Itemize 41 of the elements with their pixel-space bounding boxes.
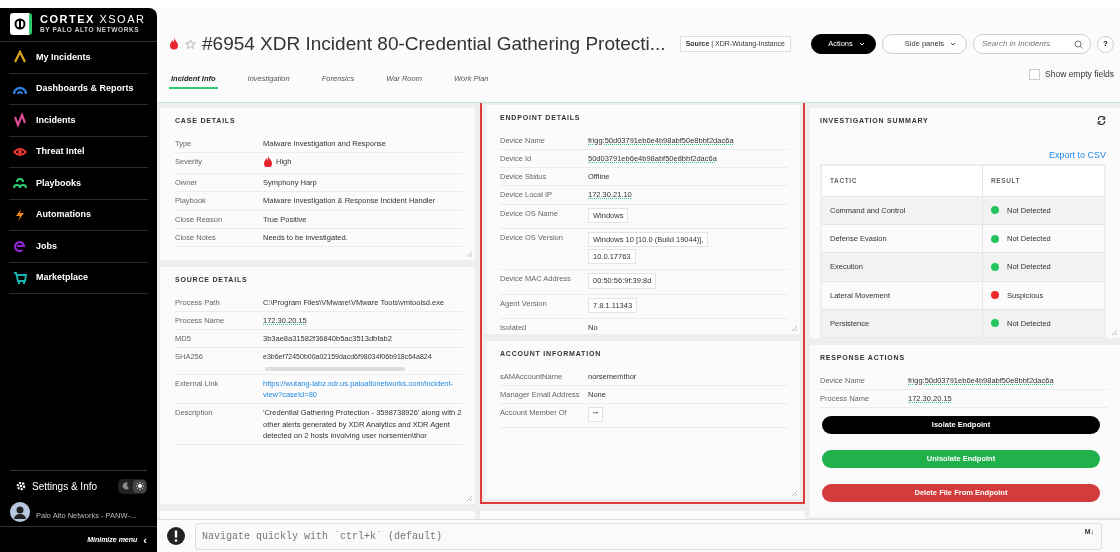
caret-icon (858, 42, 865, 46)
resize-handle-icon[interactable] (466, 495, 472, 501)
nav-item[interactable]: Dashboards & Reports (9, 73, 148, 105)
resize-handle-icon[interactable] (466, 251, 472, 257)
flame-icon (169, 38, 179, 50)
checkbox[interactable] (1029, 68, 1040, 80)
star-icon[interactable] (185, 38, 196, 50)
export-link[interactable]: Export to CSV (820, 148, 1106, 162)
help-button[interactable]: ? (1097, 35, 1114, 53)
search-field[interactable]: Search in Incidents (973, 34, 1091, 54)
brand-name: CORTEX XSOAR (40, 13, 146, 25)
settings-icon (16, 481, 26, 491)
incident-title: #6954 XDR Incident 80-Credential Gathering Protecti... (202, 31, 666, 56)
search-icon (1074, 40, 1083, 49)
chevron-icon (13, 50, 27, 65)
cart-icon (13, 270, 27, 285)
settings-link[interactable]: Settings & Info (32, 478, 98, 494)
nav-item[interactable]: My Incidents (9, 42, 148, 74)
resize-handle-icon[interactable] (791, 490, 797, 496)
resize-handle-icon[interactable] (1111, 329, 1117, 335)
refresh-icon[interactable] (1097, 116, 1106, 125)
people-icon (13, 176, 27, 191)
resize-handle-icon[interactable] (791, 325, 797, 331)
nav-item[interactable]: Incidents (9, 105, 148, 137)
alert-icon (167, 527, 185, 545)
checkbox-label: Show empty fields (1045, 68, 1114, 81)
zigzag-icon (13, 113, 27, 128)
theme-toggle[interactable] (118, 478, 147, 494)
nav-item[interactable]: Automations (9, 199, 148, 231)
circle-logo-icon (13, 18, 26, 30)
flame-icon (263, 155, 272, 167)
moon-icon (121, 482, 130, 490)
avatar-icon (10, 501, 30, 522)
nav-item[interactable]: Jobs (9, 231, 148, 263)
nav-item[interactable]: Threat Intel (9, 136, 148, 168)
sun-icon (135, 482, 144, 490)
bolt-icon (13, 207, 27, 222)
nav-item[interactable]: Marketplace (9, 262, 148, 294)
caret-icon (950, 42, 956, 46)
nav-item[interactable]: Playbooks (9, 168, 148, 200)
swirl-icon (13, 239, 27, 254)
